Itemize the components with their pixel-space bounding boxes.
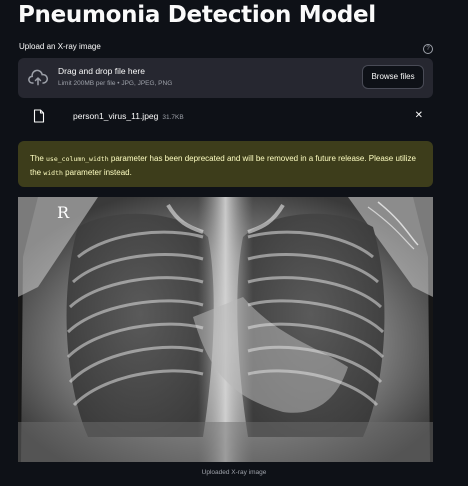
file-dropzone[interactable]: Drag and drop file here Limit 200MB per … xyxy=(18,58,433,98)
warning-code-1: use_column_width xyxy=(46,155,109,163)
close-icon[interactable]: ✕ xyxy=(415,110,423,121)
warning-code-2: width xyxy=(43,169,63,177)
page-title: Pneumonia Detection Model xyxy=(18,2,376,28)
file-size: 31.7KB xyxy=(162,114,184,121)
file-name: person1_virus_11.jpeg 31.7KB xyxy=(73,111,184,121)
xray-side-marker: R xyxy=(57,203,70,222)
upload-label: Upload an X-ray image xyxy=(19,42,101,51)
image-caption: Uploaded X-ray image xyxy=(201,469,267,476)
xray-image-graphic: R xyxy=(18,197,433,462)
dropzone-instructions: Drag and drop file here xyxy=(58,66,145,76)
cloud-upload-icon xyxy=(28,69,48,86)
warning-text-1: The xyxy=(30,154,47,163)
deprecation-warning: The use_column_width parameter has been … xyxy=(18,141,433,187)
browse-files-button[interactable]: Browse files xyxy=(362,65,424,89)
dropzone-limits: Limit 200MB per file • JPG, JPEG, PNG xyxy=(58,80,173,87)
warning-text-3: parameter instead. xyxy=(62,168,132,177)
xray-image: R xyxy=(18,197,433,462)
uploaded-file-row: person1_virus_11.jpeg 31.7KB ✕ xyxy=(18,106,433,126)
file-name-text: person1_virus_11.jpeg xyxy=(73,111,159,121)
file-icon xyxy=(33,109,45,123)
question-circle-icon[interactable]: ? xyxy=(423,44,433,54)
